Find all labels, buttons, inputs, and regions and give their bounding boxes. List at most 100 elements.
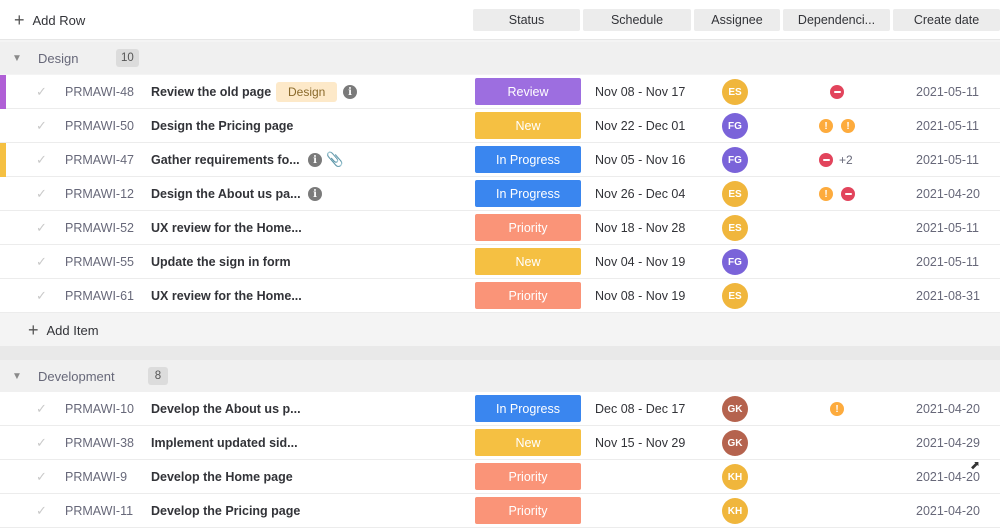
dependency-more-count[interactable]: +2 [839,153,853,167]
row-id: PRMAWI-50 [65,119,134,133]
check-icon[interactable]: ✓ [36,401,47,417]
table-row[interactable]: ✓ PRMAWI-10 Develop the About us p... In… [0,392,1000,426]
table-row[interactable]: ✓ PRMAWI-48 Review the old page Design i… [0,75,1000,109]
create-date: 2021-04-20 [916,402,980,416]
row-title[interactable]: Develop the About us p... [151,402,301,416]
avatar[interactable]: ES [722,215,748,241]
category-tag[interactable]: Design [276,82,338,102]
add-item-button[interactable]: + Add Item [28,321,99,339]
table-row[interactable]: ✓ PRMAWI-9 Develop the Home page Priorit… [0,460,1000,494]
status-badge[interactable]: In Progress [475,146,581,173]
row-title[interactable]: UX review for the Home... [151,221,302,235]
group-count-badge: 10 [116,49,139,67]
row-color-bar [0,143,6,177]
group-header-development[interactable]: ▼ Development 8 [0,360,1000,392]
table-row[interactable]: ✓ PRMAWI-11 Develop the Pricing page Pri… [0,494,1000,528]
check-icon[interactable]: ✓ [36,469,47,485]
create-date: 2021-08-31 [916,289,980,303]
avatar[interactable]: GK [722,396,748,422]
info-icon[interactable]: i [343,85,357,99]
row-title[interactable]: Develop the Home page [151,470,293,484]
table-row[interactable]: ✓ PRMAWI-38 Implement updated sid... New… [0,426,1000,460]
status-badge[interactable]: New [475,248,581,275]
schedule-range[interactable]: Nov 08 - Nov 17 [595,85,685,99]
avatar[interactable]: KH [722,498,748,524]
avatar[interactable]: ES [722,181,748,207]
attachment-icon[interactable]: 📎 [326,151,343,168]
schedule-range[interactable]: Nov 05 - Nov 16 [595,153,685,167]
status-badge[interactable]: Priority [475,282,581,309]
create-date: 2021-05-11 [916,85,980,99]
status-badge[interactable]: New [475,429,581,456]
status-badge[interactable]: Review [475,78,581,105]
status-badge[interactable]: Priority [475,463,581,490]
status-badge[interactable]: Priority [475,497,581,524]
check-icon[interactable]: ✓ [36,503,47,519]
dependency-warning-icon[interactable]: ! [830,402,844,416]
dependency-warning-icon[interactable]: ! [819,119,833,133]
dependency-warning-icon[interactable]: ! [841,119,855,133]
group-header-design[interactable]: ▼ Design 10 [0,42,1000,74]
row-title[interactable]: Review the old page [151,85,271,99]
schedule-range[interactable]: Nov 08 - Nov 19 [595,289,685,303]
create-date: 2021-05-11 [916,221,980,235]
table-row[interactable]: ✓ PRMAWI-12 Design the About us pa... i … [0,177,1000,211]
schedule-range[interactable]: Nov 04 - Nov 19 [595,255,685,269]
row-title[interactable]: Design the About us pa... [151,187,301,201]
column-header-assignee[interactable]: Assignee [694,9,780,31]
row-title[interactable]: Update the sign in form [151,255,291,269]
row-title[interactable]: Develop the Pricing page [151,504,300,518]
column-header-schedule[interactable]: Schedule [583,9,691,31]
check-icon[interactable]: ✓ [36,220,47,236]
schedule-range[interactable]: Dec 08 - Dec 17 [595,402,685,416]
avatar[interactable]: ES [722,79,748,105]
table-row[interactable]: ✓ PRMAWI-52 UX review for the Home... Pr… [0,211,1000,245]
avatar[interactable]: FG [722,113,748,139]
dependency-warning-icon[interactable]: ! [819,187,833,201]
table-row[interactable]: ✓ PRMAWI-61 UX review for the Home... Pr… [0,279,1000,313]
row-id: PRMAWI-52 [65,221,134,235]
schedule-range[interactable]: Nov 22 - Dec 01 [595,119,685,133]
status-badge[interactable]: Priority [475,214,581,241]
dependency-blocked-icon[interactable] [830,85,844,99]
row-title[interactable]: UX review for the Home... [151,289,302,303]
chevron-down-icon[interactable]: ▼ [12,371,22,382]
info-icon[interactable]: i [308,187,322,201]
avatar[interactable]: KH [722,464,748,490]
create-date: 2021-04-20 [916,187,980,201]
table-row[interactable]: ✓ PRMAWI-50 Design the Pricing page New … [0,109,1000,143]
check-icon[interactable]: ✓ [36,152,47,168]
check-icon[interactable]: ✓ [36,118,47,134]
column-header-dependencies[interactable]: Dependenci... [783,9,890,31]
table-row[interactable]: ✓ PRMAWI-55 Update the sign in form New … [0,245,1000,279]
schedule-range[interactable]: Nov 15 - Nov 29 [595,436,685,450]
status-badge[interactable]: New [475,112,581,139]
row-title[interactable]: Implement updated sid... [151,436,298,450]
check-icon[interactable]: ✓ [36,435,47,451]
check-icon[interactable]: ✓ [36,186,47,202]
row-title[interactable]: Gather requirements fo... [151,153,300,167]
check-icon[interactable]: ✓ [36,288,47,304]
row-id: PRMAWI-61 [65,289,134,303]
status-badge[interactable]: In Progress [475,395,581,422]
check-icon[interactable]: ✓ [36,254,47,270]
avatar[interactable]: GK [722,430,748,456]
dependency-blocked-icon[interactable] [841,187,855,201]
create-date: 2021-04-20 [916,470,980,484]
avatar[interactable]: FG [722,249,748,275]
schedule-range[interactable]: Nov 26 - Dec 04 [595,187,685,201]
check-icon[interactable]: ✓ [36,84,47,100]
status-badge[interactable]: In Progress [475,180,581,207]
chevron-down-icon[interactable]: ▼ [12,53,22,64]
info-icon[interactable]: i [308,153,322,167]
row-title[interactable]: Design the Pricing page [151,119,293,133]
table-row[interactable]: ✓ PRMAWI-47 Gather requirements fo... i … [0,143,1000,177]
dependency-blocked-icon[interactable] [819,153,833,167]
avatar[interactable]: ES [722,283,748,309]
avatar[interactable]: FG [722,147,748,173]
add-row-button[interactable]: + Add Row [14,10,85,30]
row-id: PRMAWI-55 [65,255,134,269]
column-header-status[interactable]: Status [473,9,580,31]
column-header-create-date[interactable]: Create date [893,9,1000,31]
schedule-range[interactable]: Nov 18 - Nov 28 [595,221,685,235]
